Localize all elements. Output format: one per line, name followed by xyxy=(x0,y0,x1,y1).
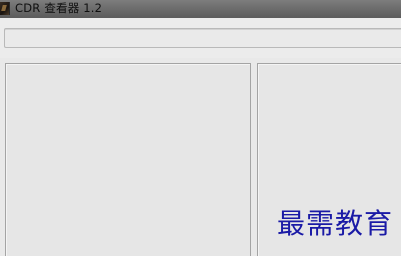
path-input[interactable] xyxy=(4,28,401,48)
file-tree-pane[interactable] xyxy=(5,63,251,256)
window-title: CDR 查看器 1.2 xyxy=(15,1,103,15)
watermark-text: 最需教育 xyxy=(277,207,394,240)
toolbar xyxy=(0,18,401,58)
cdr-viewer-window: CDR 查看器 1.2 最需教育 xyxy=(0,0,401,256)
app-icon[interactable] xyxy=(0,2,10,15)
title-bar[interactable]: CDR 查看器 1.2 xyxy=(0,0,401,18)
